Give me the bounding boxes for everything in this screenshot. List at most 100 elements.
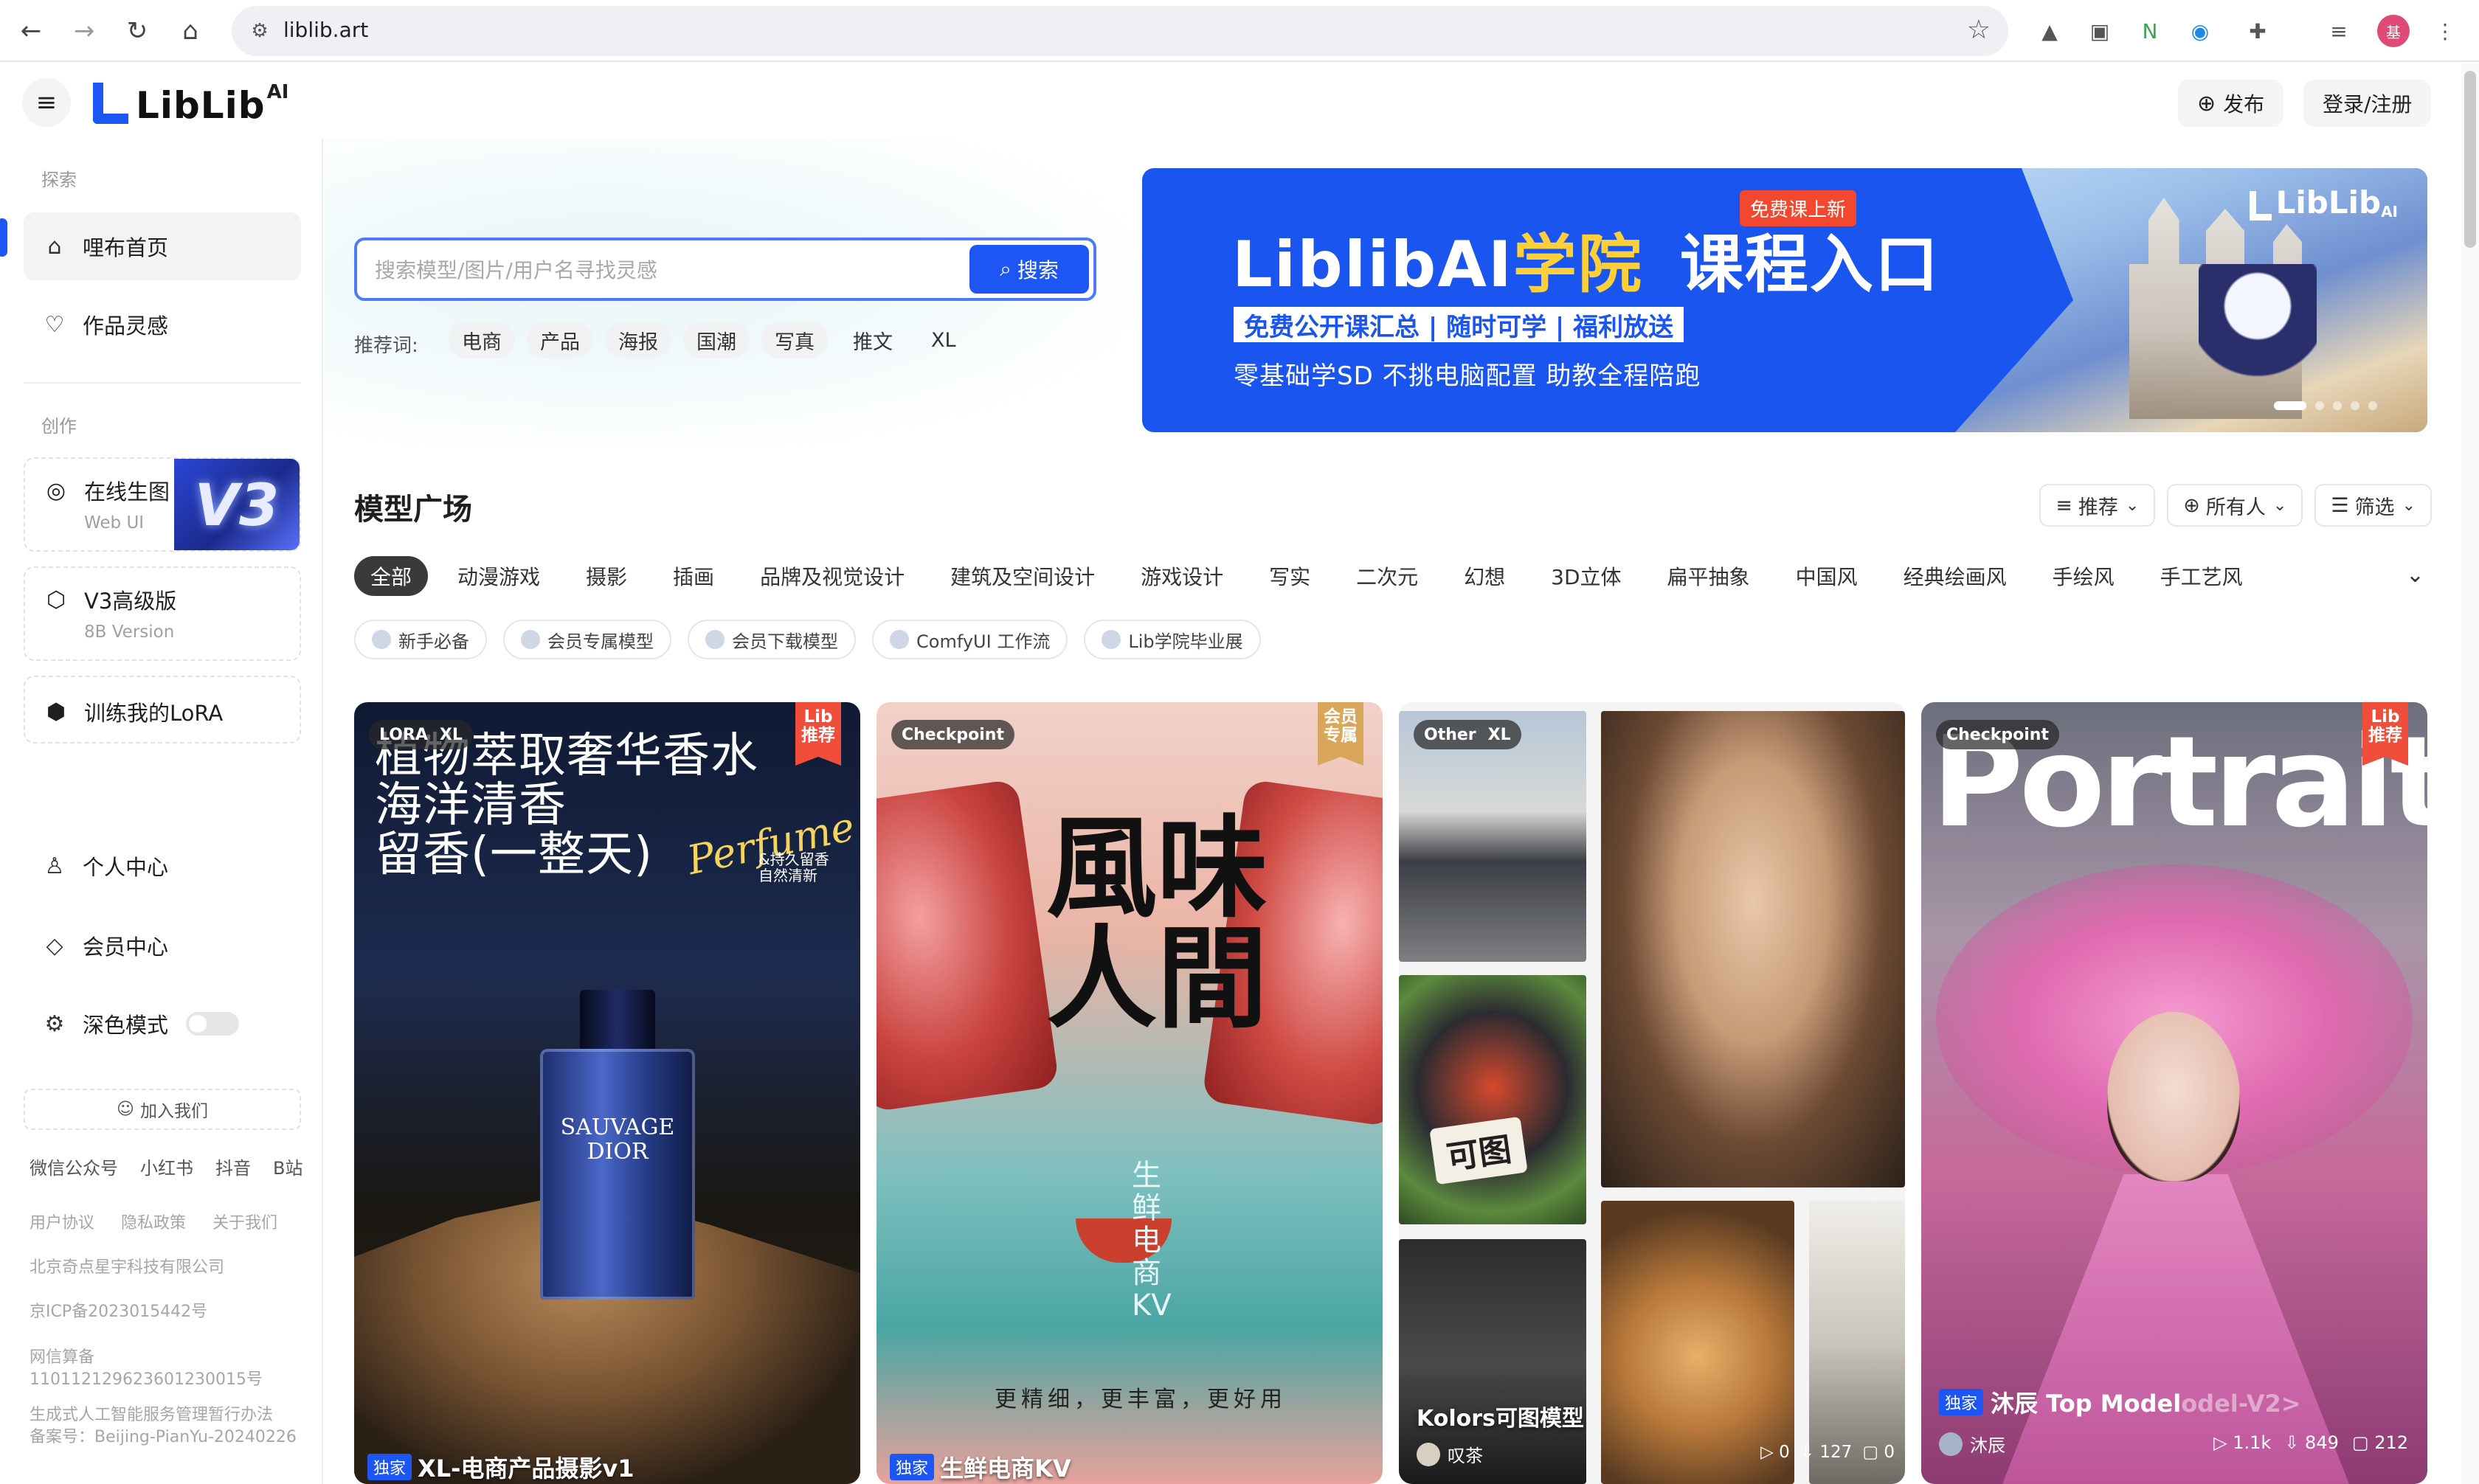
author-name: 沐辰 (1970, 1435, 2005, 1456)
tab-category[interactable]: 经典绘画风 (1887, 556, 2023, 596)
owner-dropdown[interactable]: ⊕ 所有人 ⌄ (2167, 484, 2303, 527)
chip-member-exclusive[interactable]: 会员专属模型 (503, 620, 671, 659)
reload-icon[interactable]: ↻ (117, 10, 158, 52)
author-info[interactable]: 沐辰 (1939, 1431, 2005, 1457)
carousel-dot[interactable] (2333, 401, 2342, 410)
sidebar-item-label: 作品灵感 (83, 313, 169, 339)
tab-category[interactable]: 摄影 (570, 556, 643, 596)
model-name: Kolors可图模型 (1417, 1406, 1584, 1432)
forward-icon[interactable]: → (63, 10, 105, 52)
tab-category[interactable]: 幻想 (1448, 556, 1521, 596)
tab-category[interactable]: 写实 (1253, 556, 1327, 596)
sidebar-item-online-generate[interactable]: ◎ 在线生图 Web UI V3 (24, 457, 301, 552)
scrollbar-thumb[interactable] (2464, 71, 2476, 248)
social-link-xiaohongshu[interactable]: 小红书 (140, 1154, 193, 1179)
carousel-dot[interactable] (2315, 401, 2324, 410)
recommend-tag[interactable]: 国潮 (683, 322, 750, 358)
v3-pro-subtitle: 8B Version (84, 623, 175, 642)
card-face-image (2107, 1012, 2240, 1182)
sidebar-item-home[interactable]: ⌂ 哩布首页 (24, 212, 301, 280)
expand-categories-icon[interactable]: ⌄ (2406, 562, 2424, 588)
social-link-wechat[interactable]: 微信公众号 (30, 1154, 118, 1179)
recommend-tag[interactable]: 推文 (840, 322, 906, 358)
recommend-tag[interactable]: 海报 (605, 322, 671, 358)
sort-dropdown[interactable]: ≡ 推荐 ⌄ (2039, 484, 2156, 527)
page-scrollbar[interactable] (2461, 63, 2479, 1484)
recommend-tag[interactable]: 电商 (449, 322, 515, 358)
social-link-douyin[interactable]: 抖音 (215, 1154, 251, 1179)
extension-icon[interactable]: N (2132, 13, 2168, 49)
menu-icon[interactable]: ≡ (22, 78, 71, 127)
carousel-dot[interactable] (2368, 401, 2377, 410)
sidebar-item-train-lora[interactable]: ⬢ 训练我的LoRA (24, 676, 301, 743)
profile-avatar[interactable]: 基 (2377, 15, 2410, 47)
recommend-tag[interactable]: 产品 (527, 322, 593, 358)
academy-banner[interactable]: LibLib AI 免费课上新 LiblibAI学院 课程入口 免费公开课汇总 … (1142, 168, 2427, 432)
liblib-logo[interactable]: LibLib AI (93, 80, 288, 124)
extension-icon[interactable]: ▣ (2082, 13, 2117, 49)
chip-comfyui[interactable]: ComfyUI 工作流 (872, 620, 1068, 659)
tab-all[interactable]: 全部 (354, 556, 429, 596)
social-link-bilibili[interactable]: B站 (273, 1154, 302, 1179)
chip-beginner[interactable]: 新手必备 (354, 620, 487, 659)
model-card[interactable]: Portrait Checkpoint Lib 推荐 独家 沐辰 Top Mod… (1921, 702, 2427, 1484)
address-bar[interactable]: ⚙ liblib.art ☆ (232, 6, 2008, 56)
carousel-dot[interactable] (2351, 401, 2359, 410)
login-button[interactable]: 登录/注册 (2303, 80, 2432, 127)
sidebar-item-member[interactable]: ◇ 会员中心 (24, 912, 301, 979)
chip-icon (521, 630, 540, 649)
bookmark-star-icon[interactable]: ☆ (1967, 15, 1991, 45)
extensions-puzzle-icon[interactable]: ✚ (2240, 13, 2275, 49)
publish-button[interactable]: ⊕ 发布 (2178, 80, 2284, 127)
tab-category[interactable]: 品牌及视觉设计 (744, 556, 921, 596)
tab-category[interactable]: 插画 (657, 556, 730, 596)
tab-category[interactable]: 3D立体 (1535, 556, 1637, 596)
tab-category[interactable]: 二次元 (1340, 556, 1434, 596)
tab-category[interactable]: 动漫游戏 (441, 556, 556, 596)
dark-mode-toggle[interactable] (186, 1012, 240, 1036)
comment-icon: ▢ (2351, 1432, 2369, 1453)
url-text[interactable]: liblib.art (283, 18, 368, 42)
home-icon[interactable]: ⌂ (170, 10, 211, 52)
tab-category[interactable]: 手工艺风 (2144, 556, 2259, 596)
extension-icon[interactable]: ◉ (2182, 13, 2218, 49)
carousel-dot-active[interactable] (2274, 401, 2306, 410)
card-footer: 独家 生鲜电商KV (890, 1450, 1071, 1484)
media-control-icon[interactable]: ≡ (2321, 13, 2357, 49)
privacy-policy-link[interactable]: 隐私政策 (121, 1210, 186, 1233)
model-card[interactable]: 植物萃取奢华香水 海洋清香 留香(一整天) Perfume &持久留香 自然清新… (354, 702, 860, 1484)
card-poster-tagline: 更精细，更丰富，更好用 (995, 1387, 1287, 1412)
member-ribbon: 会员 专属 (1318, 702, 1363, 766)
join-us-button[interactable]: ☺ 加入我们 (24, 1089, 301, 1130)
model-name: XL-电商产品摄影v1 (418, 1454, 635, 1483)
sidebar-item-inspiration[interactable]: ♡ 作品灵感 (24, 291, 301, 358)
recommend-tag[interactable]: XL (918, 322, 969, 358)
model-type: LORA (379, 725, 428, 744)
user-agreement-link[interactable]: 用户协议 (30, 1210, 94, 1233)
tab-category[interactable]: 游戏设计 (1124, 556, 1240, 596)
exclusive-badge: 独家 (1939, 1389, 1984, 1415)
search-input[interactable] (375, 255, 936, 285)
icp-record[interactable]: 京ICP备2023015442号 (30, 1298, 207, 1322)
card-bottle-label: SAUVAGE DIOR (560, 1114, 675, 1165)
author-info[interactable]: 叹茶 (1417, 1441, 1483, 1467)
site-settings-icon[interactable]: ⚙ (245, 16, 274, 46)
model-card[interactable]: 風味 人間 生鲜电商KV 更精细，更丰富，更好用 Checkpoint 会员 专… (877, 702, 1383, 1484)
about-us-link[interactable]: 关于我们 (212, 1210, 277, 1233)
chip-graduation[interactable]: Lib学院毕业展 (1084, 620, 1261, 659)
tab-category[interactable]: 中国风 (1780, 556, 1874, 596)
browser-menu-icon[interactable]: ⋮ (2427, 13, 2463, 49)
sidebar-item-personal[interactable]: ♙ 个人中心 (24, 832, 301, 900)
tab-category[interactable]: 扁平抽象 (1651, 556, 1766, 596)
banner-logo-mark (2249, 191, 2272, 221)
filter-dropdown[interactable]: ☰ 筛选 ⌄ (2314, 484, 2432, 527)
sidebar-item-v3-pro[interactable]: ⬡ V3高级版 8B Version (24, 566, 301, 661)
back-icon[interactable]: ← (10, 10, 52, 52)
chip-member-download[interactable]: 会员下载模型 (688, 620, 856, 659)
extension-icon[interactable]: ▲ (2032, 13, 2067, 49)
recommend-tag[interactable]: 写真 (761, 322, 828, 358)
tab-category[interactable]: 手绘风 (2036, 556, 2131, 596)
search-button[interactable]: ⌕ 搜索 (969, 245, 1089, 294)
tab-category[interactable]: 建筑及空间设计 (934, 556, 1111, 596)
model-card[interactable]: 可图 Other XL Kolors可图模型 叹茶 ▷ 0 ⇩ 127 ▢ 0 (1399, 702, 1905, 1484)
